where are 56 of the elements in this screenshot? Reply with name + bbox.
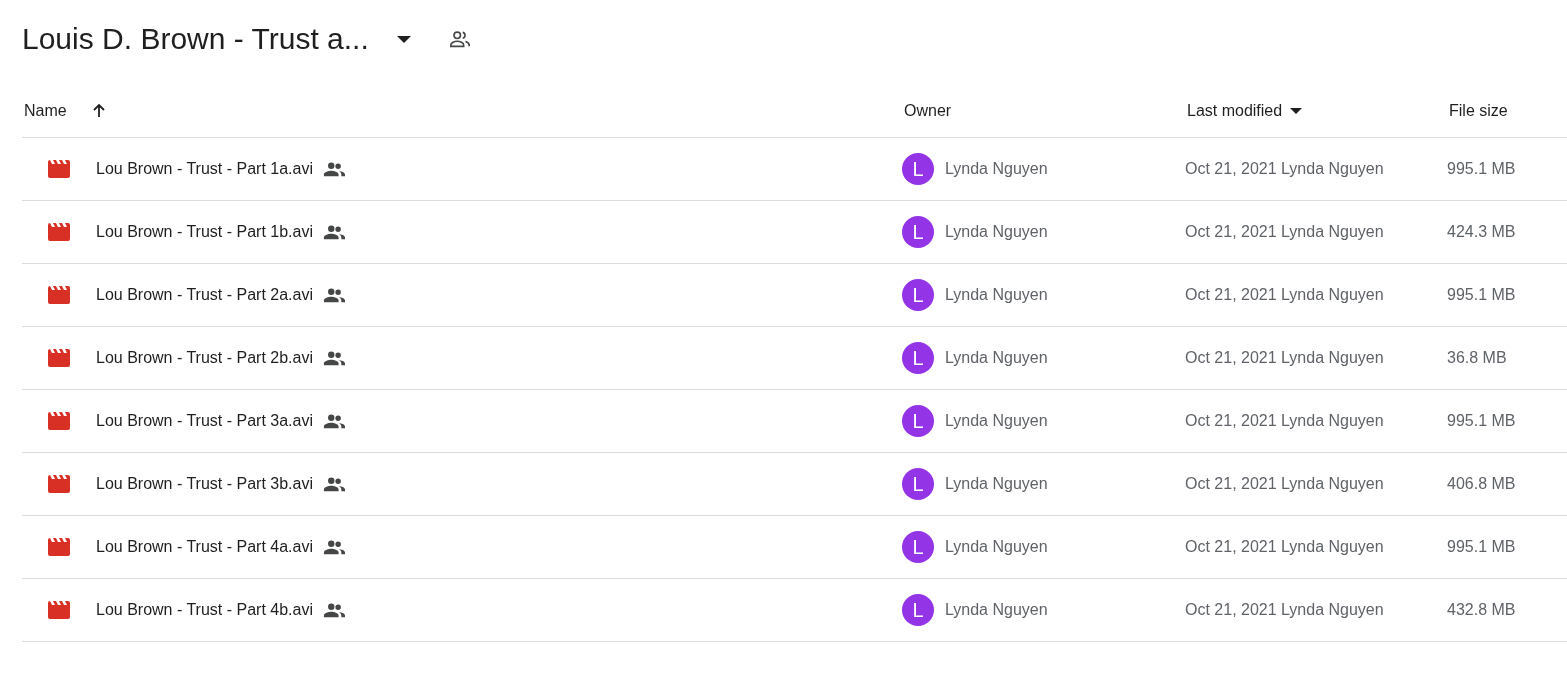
owner-name: Lynda Nguyen [945,412,1048,430]
file-size: 995.1 MB [1447,160,1517,178]
owner-avatar: L [902,468,934,500]
last-modified: Oct 21, 2021 Lynda Nguyen [1185,349,1385,367]
last-modified: Oct 21, 2021 Lynda Nguyen [1185,475,1385,493]
last-modified: Oct 21, 2021 Lynda Nguyen [1185,160,1385,178]
owner-name: Lynda Nguyen [945,349,1048,367]
last-modified: Oct 21, 2021 Lynda Nguyen [1185,412,1385,430]
video-file-icon [48,223,70,241]
file-name[interactable]: Lou Brown - Trust - Part 2a.avi [96,286,313,304]
video-file-icon [48,475,70,493]
owner-name: Lynda Nguyen [945,538,1048,556]
owner-avatar: L [902,405,934,437]
file-name[interactable]: Lou Brown - Trust - Part 3b.avi [96,475,313,493]
file-name[interactable]: Lou Brown - Trust - Part 1a.avi [96,160,313,178]
last-modified: Oct 21, 2021 Lynda Nguyen [1185,601,1385,619]
last-modified: Oct 21, 2021 Lynda Nguyen [1185,223,1385,241]
file-name[interactable]: Lou Brown - Trust - Part 1b.avi [96,223,313,241]
person-outline-icon [448,28,471,50]
video-file-icon [48,286,70,304]
owner-avatar: L [902,531,934,563]
video-file-icon [48,160,70,178]
file-size: 995.1 MB [1447,538,1517,556]
file-size: 424.3 MB [1447,223,1517,241]
column-header[interactable]: Last modified [1185,101,1303,120]
video-file-icon [48,538,70,556]
file-size: 36.8 MB [1447,349,1508,367]
owner-avatar: L [902,153,934,185]
owner-avatar: L [902,216,934,248]
file-size: 995.1 MB [1447,412,1517,430]
video-file-icon [48,601,70,619]
file-size: 432.8 MB [1447,601,1517,619]
file-name[interactable]: Lou Brown - Trust - Part 4a.avi [96,538,313,556]
owner-name: Lynda Nguyen [945,160,1048,178]
last-modified: Oct 21, 2021 Lynda Nguyen [1185,538,1385,556]
caret-down-icon [1290,107,1303,114]
column-header[interactable]: Name [22,101,107,120]
folder-title: Louis D. Brown - Trust a... [22,22,369,56]
owner-avatar: L [902,279,934,311]
caret-down-icon [396,35,411,43]
file-name[interactable]: Lou Brown - Trust - Part 3a.avi [96,412,313,430]
file-size: 406.8 MB [1447,475,1517,493]
file-size: 995.1 MB [1447,286,1517,304]
video-file-icon [48,412,70,430]
video-file-icon [48,349,70,367]
owner-name: Lynda Nguyen [945,286,1048,304]
file-name[interactable]: Lou Brown - Trust - Part 4b.avi [96,601,313,619]
owner-name: Lynda Nguyen [945,601,1048,619]
owner-avatar: L [902,594,934,626]
last-modified: Oct 21, 2021 Lynda Nguyen [1185,286,1385,304]
column-header[interactable]: Owner [902,101,952,120]
file-name[interactable]: Lou Brown - Trust - Part 2b.avi [96,349,313,367]
owner-name: Lynda Nguyen [945,223,1048,241]
owner-name: Lynda Nguyen [945,475,1048,493]
owner-avatar: L [902,342,934,374]
column-header[interactable]: File size [1447,101,1508,120]
